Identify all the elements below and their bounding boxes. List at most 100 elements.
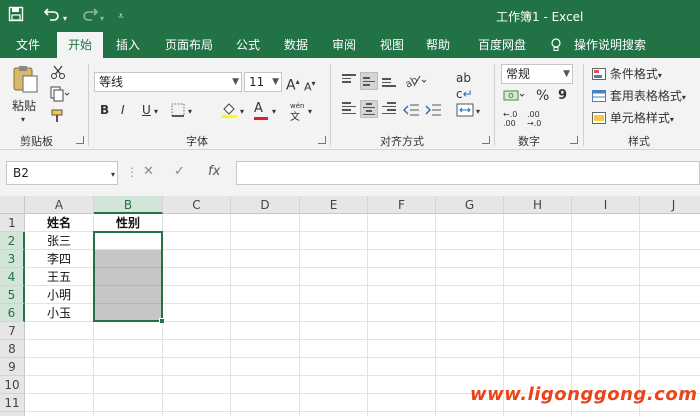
shrink-font-button[interactable]: A▾: [304, 76, 316, 96]
cancel-icon[interactable]: ✕: [143, 164, 154, 179]
fill-color-icon[interactable]: [220, 100, 238, 122]
comma-style-button[interactable]: 9: [558, 88, 567, 104]
cell-c3[interactable]: [163, 250, 231, 268]
cell-g7[interactable]: [436, 322, 504, 340]
cell-c7[interactable]: [163, 322, 231, 340]
cell-e10[interactable]: [300, 376, 368, 394]
cell-g4[interactable]: [436, 268, 504, 286]
cell-j7[interactable]: [640, 322, 700, 340]
cell-j2[interactable]: [640, 232, 700, 250]
cell-c5[interactable]: [163, 286, 231, 304]
column-header-d[interactable]: D: [231, 196, 300, 214]
cell-j8[interactable]: [640, 340, 700, 358]
tab-view[interactable]: 视图: [372, 32, 412, 58]
increase-indent-icon[interactable]: [424, 102, 442, 122]
cell-f2[interactable]: [368, 232, 436, 250]
cell-f4[interactable]: [368, 268, 436, 286]
formula-input[interactable]: [236, 161, 700, 185]
cell-h4[interactable]: [504, 268, 572, 286]
tell-me-search[interactable]: 操作说明搜索: [570, 32, 650, 58]
cell-j9[interactable]: [640, 358, 700, 376]
align-top-icon[interactable]: [340, 72, 358, 90]
cell-f8[interactable]: [368, 340, 436, 358]
cell-h3[interactable]: [504, 250, 572, 268]
tab-file[interactable]: 文件: [8, 32, 48, 58]
paste-dropdown-icon[interactable]: ▾: [21, 112, 25, 128]
align-right-icon[interactable]: [380, 100, 398, 118]
border-dropdown-icon[interactable]: ▾: [188, 104, 192, 120]
cell-j1[interactable]: [640, 214, 700, 232]
cell-c9[interactable]: [163, 358, 231, 376]
bold-button[interactable]: B: [100, 102, 109, 118]
font-launcher-icon[interactable]: [318, 136, 326, 144]
tab-data[interactable]: 数据: [276, 32, 316, 58]
cell-f10[interactable]: [368, 376, 436, 394]
cell-i7[interactable]: [572, 322, 640, 340]
cell-e11[interactable]: [300, 394, 368, 412]
cell-d10[interactable]: [231, 376, 300, 394]
align-bottom-icon[interactable]: [380, 72, 398, 90]
cell-c10[interactable]: [163, 376, 231, 394]
cell-i12[interactable]: [572, 412, 640, 416]
cell-e4[interactable]: [300, 268, 368, 286]
cell-d12[interactable]: [231, 412, 300, 416]
tab-home[interactable]: 开始: [57, 32, 103, 58]
cell-styles-button[interactable]: 单元格样式▾: [592, 110, 674, 128]
cell-b10[interactable]: [94, 376, 163, 394]
cell-e3[interactable]: [300, 250, 368, 268]
cell-e7[interactable]: [300, 322, 368, 340]
cell-h1[interactable]: [504, 214, 572, 232]
cell-b12[interactable]: [94, 412, 163, 416]
cell-g1[interactable]: [436, 214, 504, 232]
name-box-dropdown-icon[interactable]: ▾: [111, 167, 115, 183]
cell-e2[interactable]: [300, 232, 368, 250]
border-icon[interactable]: [170, 102, 186, 122]
worksheet-grid[interactable]: ABCDEFGHIJ 1姓名性别 2张三3李四4王五5小明6小玉789101112: [0, 196, 700, 416]
cell-a10[interactable]: [25, 376, 94, 394]
cell-c8[interactable]: [163, 340, 231, 358]
percent-button[interactable]: %: [536, 88, 549, 104]
cell-d4[interactable]: [231, 268, 300, 286]
cell-a2[interactable]: 张三: [25, 232, 94, 250]
cell-g9[interactable]: [436, 358, 504, 376]
name-box[interactable]: B2: [6, 161, 118, 185]
cell-a7[interactable]: [25, 322, 94, 340]
cell-g5[interactable]: [436, 286, 504, 304]
cell-e8[interactable]: [300, 340, 368, 358]
number-format-select[interactable]: 常规 ▼: [501, 64, 573, 84]
cell-b2[interactable]: [94, 232, 163, 250]
cell-e12[interactable]: [300, 412, 368, 416]
cell-g6[interactable]: [436, 304, 504, 322]
format-as-table-button[interactable]: 套用表格格式▾: [592, 88, 686, 106]
merge-dropdown-icon[interactable]: ▾: [476, 104, 480, 120]
cell-a8[interactable]: [25, 340, 94, 358]
cell-c4[interactable]: [163, 268, 231, 286]
font-name-select[interactable]: 等线 ▼: [94, 72, 242, 92]
row-header-7[interactable]: 7: [0, 322, 25, 340]
wrap-text-button[interactable]: ab c↵: [456, 70, 473, 102]
cell-b6[interactable]: [94, 304, 163, 322]
cell-i1[interactable]: [572, 214, 640, 232]
cell-g8[interactable]: [436, 340, 504, 358]
select-all-corner[interactable]: [0, 196, 25, 214]
cell-e5[interactable]: [300, 286, 368, 304]
cell-c1[interactable]: [163, 214, 231, 232]
copy-icon[interactable]: [50, 86, 70, 106]
column-header-i[interactable]: I: [572, 196, 640, 214]
align-left-icon[interactable]: [340, 100, 358, 118]
align-middle-icon[interactable]: [360, 72, 378, 90]
underline-dropdown-icon[interactable]: ▾: [154, 104, 158, 120]
cell-e9[interactable]: [300, 358, 368, 376]
decrease-indent-icon[interactable]: [402, 102, 420, 122]
cell-a1[interactable]: 姓名: [25, 214, 94, 232]
cell-h6[interactable]: [504, 304, 572, 322]
cell-f12[interactable]: [368, 412, 436, 416]
decrease-decimal-button[interactable]: .00 →.0: [527, 110, 541, 128]
conditional-formatting-button[interactable]: 条件格式▾: [592, 66, 662, 84]
row-header-6[interactable]: 6: [0, 304, 25, 322]
tab-baidu-netdisk[interactable]: 百度网盘: [470, 32, 534, 58]
cell-b1[interactable]: 性别: [94, 214, 163, 232]
cell-e6[interactable]: [300, 304, 368, 322]
tab-formulas[interactable]: 公式: [228, 32, 268, 58]
cell-d8[interactable]: [231, 340, 300, 358]
